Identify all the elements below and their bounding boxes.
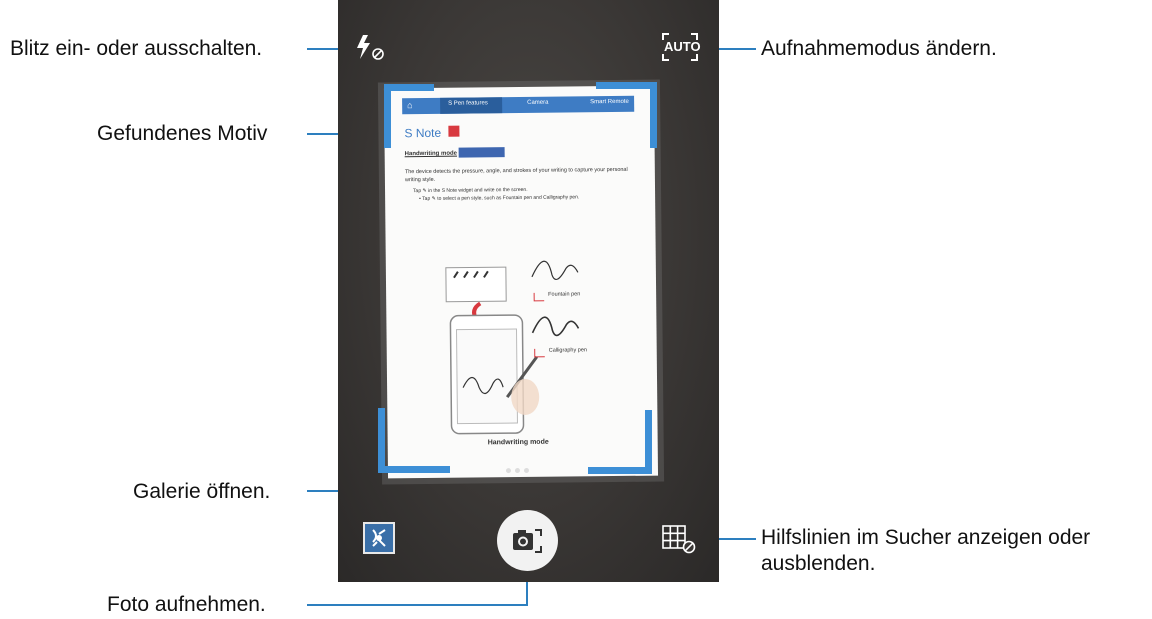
pen-label-2: Calligraphy pen [548,347,587,354]
detect-corner-bottom-right-v [645,410,652,474]
page-dot-2 [514,468,521,474]
detect-corner-top-right-v [650,82,657,148]
gallery-icon [372,529,386,547]
document-tab-1: S Pen features [448,100,488,107]
guidelines-toggle[interactable] [660,522,700,556]
pen-toolbar-icon [458,147,505,158]
s-note-icon [448,125,460,137]
guidelines-callout: Hilfslinien im Sucher anzeigen oder ausb… [761,526,1091,575]
camera-icon [513,529,542,553]
gallery-thumbnail[interactable] [363,522,395,554]
shutter-button[interactable] [497,510,558,571]
detected-subject-callout: Gefundenes Motiv [97,122,268,145]
document-step-2: • Tap ✎ to select a pen style, such as F… [419,194,580,203]
detect-corner-bottom-right-h [588,467,652,474]
gallery-callout: Galerie öffnen. [133,480,271,503]
page-dot-1 [505,468,512,474]
document-section: Handwriting mode [404,150,458,158]
home-icon: ⌂ [407,100,413,111]
page-dot-3 [523,467,529,473]
auto-mode-label: AUTO [664,39,701,54]
take-photo-callout: Foto aufnehmen. [107,593,266,616]
detect-corner-bottom-left-v [378,408,385,472]
shooting-mode-button[interactable]: AUTO [660,31,701,63]
shooting-mode-callout: Aufnahmemodus ändern. [761,37,997,60]
flash-off-icon[interactable] [354,32,394,62]
detect-corner-top-right-h [596,82,656,89]
handwriting-illustration [445,260,580,435]
document-intro: The device detects the pressure, angle, … [404,166,628,184]
document-title: S Note [404,125,442,141]
illustration-caption: Handwriting mode [487,438,549,447]
detected-document: ⌂ S Pen features Camera Smart Remote S N… [383,85,659,479]
pen-label-1: Fountain pen [548,291,581,298]
grid-off-icon [662,525,696,554]
detect-corner-bottom-left-h [378,466,450,473]
page-indicator [504,460,531,478]
camera-viewfinder: AUTO ⌂ S Pen features Camera Smart Remot… [338,0,719,582]
document-tab-3: Smart Remote [590,98,629,106]
document-tab-2: Camera [527,99,549,106]
document-header-bar: ⌂ S Pen features Camera Smart Remote [402,95,635,115]
take-photo-callout-line [307,604,528,606]
flash-callout: Blitz ein- oder ausschalten. [10,37,263,60]
detect-corner-top-left-v [384,84,391,148]
detect-corner-top-left-h [384,84,434,91]
